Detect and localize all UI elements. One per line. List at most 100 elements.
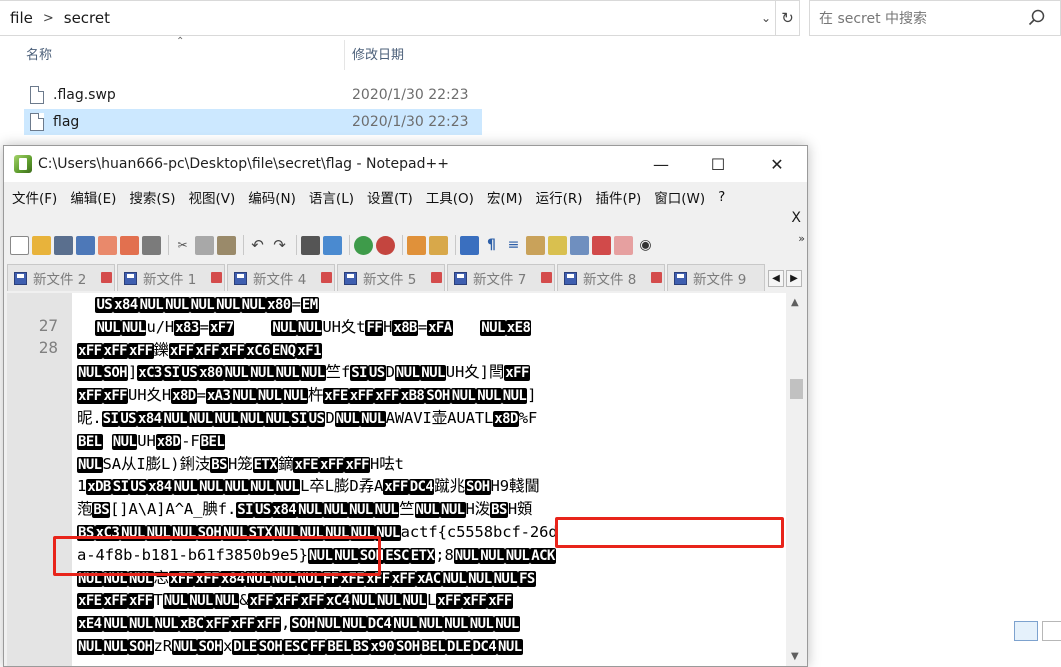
menu-macro[interactable]: 宏(M)	[487, 187, 523, 207]
file-row[interactable]: .flag.swp 2020/1/30 22:23	[24, 82, 482, 108]
breadcrumb-file[interactable]: file	[10, 9, 33, 27]
close-tab-icon[interactable]	[211, 272, 222, 283]
close-tab-icon[interactable]	[431, 272, 442, 283]
tab-new-file-8[interactable]: 新文件 8	[557, 264, 665, 291]
file-date: 2020/1/30 22:23	[352, 87, 469, 103]
save-icon	[234, 271, 247, 285]
toolbar-separator	[455, 235, 456, 255]
toolbar-overflow-icon[interactable]: »	[798, 232, 805, 245]
code-line: NUL NULu/Hx83=xF7 NUL NULUH夊tFFHx8B=xFA NU…	[95, 317, 532, 336]
user-language-icon[interactable]	[526, 235, 545, 255]
redo-icon[interactable]: ↷	[270, 236, 289, 255]
code-content[interactable]: US x84 NUL NUL NUL NUL NUL x80=EM NUL NULu/Hx83=…	[77, 293, 785, 666]
close-tab-icon[interactable]	[541, 272, 552, 283]
find-icon[interactable]	[301, 235, 320, 255]
tab-label: 新文件 2	[33, 272, 87, 288]
close-tab-icon[interactable]	[651, 272, 662, 283]
refresh-icon[interactable]: ↻	[776, 0, 800, 36]
toolbar-separator	[296, 235, 297, 255]
cut-icon[interactable]: ✂	[173, 236, 192, 255]
save-all-icon[interactable]	[76, 235, 95, 255]
new-file-icon[interactable]	[10, 235, 29, 255]
tab-scroll-right-icon[interactable]: ▶	[786, 270, 802, 287]
thumbnail-view-button[interactable]	[1042, 621, 1061, 641]
column-header-date[interactable]: 修改日期	[352, 44, 404, 63]
flag-highlight-box	[53, 536, 381, 576]
details-view-button[interactable]	[1014, 621, 1038, 641]
show-all-chars-icon[interactable]: ¶	[482, 236, 501, 255]
view-toggle[interactable]	[1014, 621, 1061, 641]
function-list-icon[interactable]	[570, 235, 589, 255]
close-document-button[interactable]: X	[791, 210, 801, 226]
scroll-down-icon[interactable]: ▼	[791, 651, 799, 662]
open-file-icon[interactable]	[32, 235, 51, 255]
sort-up-icon: ⌃	[176, 36, 185, 47]
undo-icon[interactable]: ↶	[248, 236, 267, 255]
zoom-in-icon[interactable]	[354, 235, 373, 255]
title-bar[interactable]: C:\Users\huan666-pc\Desktop\file\secret\…	[4, 146, 807, 182]
tab-new-file-4[interactable]: 新文件 4	[227, 264, 335, 291]
close-file-icon[interactable]	[98, 235, 117, 255]
column-divider[interactable]	[344, 40, 345, 70]
chevron-down-icon[interactable]: ⌄	[761, 11, 771, 25]
tab-new-file-7[interactable]: 新文件 7	[447, 264, 555, 291]
tab-label: 新文件 1	[143, 272, 197, 288]
menu-plugins[interactable]: 插件(P)	[596, 187, 642, 207]
copy-icon[interactable]	[195, 235, 214, 255]
tab-new-file-2[interactable]: 新文件 2	[7, 264, 115, 291]
notepadpp-icon	[14, 155, 32, 173]
file-date: 2020/1/30 22:23	[352, 114, 469, 130]
menu-language[interactable]: 语言(L)	[309, 187, 354, 207]
close-tab-icon[interactable]	[321, 272, 332, 283]
tab-new-file-5[interactable]: 新文件 5	[337, 264, 445, 291]
menu-run[interactable]: 运行(R)	[536, 187, 583, 207]
text-editor[interactable]: 27 28 US x84 NUL NUL NUL NUL NUL x80=EM NUL NULu…	[7, 293, 786, 666]
word-wrap-icon[interactable]	[460, 235, 479, 255]
menu-edit[interactable]: 编辑(E)	[70, 187, 116, 207]
column-header-name[interactable]: 名称	[26, 44, 52, 63]
sync-horizontal-icon[interactable]	[429, 235, 448, 255]
menu-window[interactable]: 窗口(W)	[654, 187, 705, 207]
vertical-scrollbar[interactable]: ▲ ▼	[786, 293, 807, 666]
menu-help[interactable]: ?	[718, 189, 725, 205]
menu-bar: 文件(F) 编辑(E) 搜索(S) 视图(V) 编码(N) 语言(L) 设置(T…	[4, 182, 807, 212]
indent-guide-icon[interactable]: ≡	[504, 236, 523, 255]
close-button[interactable]: ✕	[765, 152, 789, 176]
monitoring-icon[interactable]	[614, 235, 633, 255]
tab-new-file-9[interactable]: 新文件 9	[667, 264, 765, 291]
save-icon	[124, 271, 137, 285]
toolbar-separator	[168, 235, 169, 255]
scroll-up-icon[interactable]: ▲	[791, 297, 799, 308]
replace-icon[interactable]	[323, 235, 342, 255]
eye-icon[interactable]: ◉	[636, 236, 655, 255]
sync-vertical-icon[interactable]	[407, 235, 426, 255]
menu-tools[interactable]: 工具(O)	[426, 187, 474, 207]
menu-encoding[interactable]: 编码(N)	[248, 187, 296, 207]
paste-icon[interactable]	[217, 235, 236, 255]
close-tab-icon[interactable]	[101, 272, 112, 283]
close-all-icon[interactable]	[120, 235, 139, 255]
document-map-icon[interactable]	[548, 235, 567, 255]
menu-search[interactable]: 搜索(S)	[129, 187, 175, 207]
maximize-button[interactable]: ☐	[706, 152, 730, 176]
menu-settings[interactable]: 设置(T)	[367, 187, 413, 207]
line-number: 28	[38, 338, 58, 357]
file-row-selected[interactable]: flag 2020/1/30 22:23	[24, 109, 482, 135]
menu-file[interactable]: 文件(F)	[12, 187, 57, 207]
tab-new-file-1[interactable]: 新文件 1	[117, 264, 225, 291]
print-icon[interactable]	[142, 235, 161, 255]
search-input[interactable]: 在 secret 中搜索	[809, 0, 1061, 36]
address-bar[interactable]: file > secret ⌄	[0, 0, 776, 36]
toolbar: ✂ ↶ ↷ ¶ ≡ ◉ »	[4, 230, 807, 260]
toolbar-separator	[349, 235, 350, 255]
breadcrumb-secret[interactable]: secret	[64, 9, 110, 27]
save-icon[interactable]	[54, 235, 73, 255]
menu-view[interactable]: 视图(V)	[189, 187, 236, 207]
zoom-out-icon[interactable]	[376, 235, 395, 255]
scroll-thumb[interactable]	[790, 379, 803, 399]
line-number: 27	[38, 316, 58, 335]
tab-label: 新文件 4	[253, 272, 307, 288]
tab-scroll-left-icon[interactable]: ◀	[768, 270, 784, 287]
folder-workspace-icon[interactable]	[592, 235, 611, 255]
minimize-button[interactable]: —	[649, 152, 673, 176]
